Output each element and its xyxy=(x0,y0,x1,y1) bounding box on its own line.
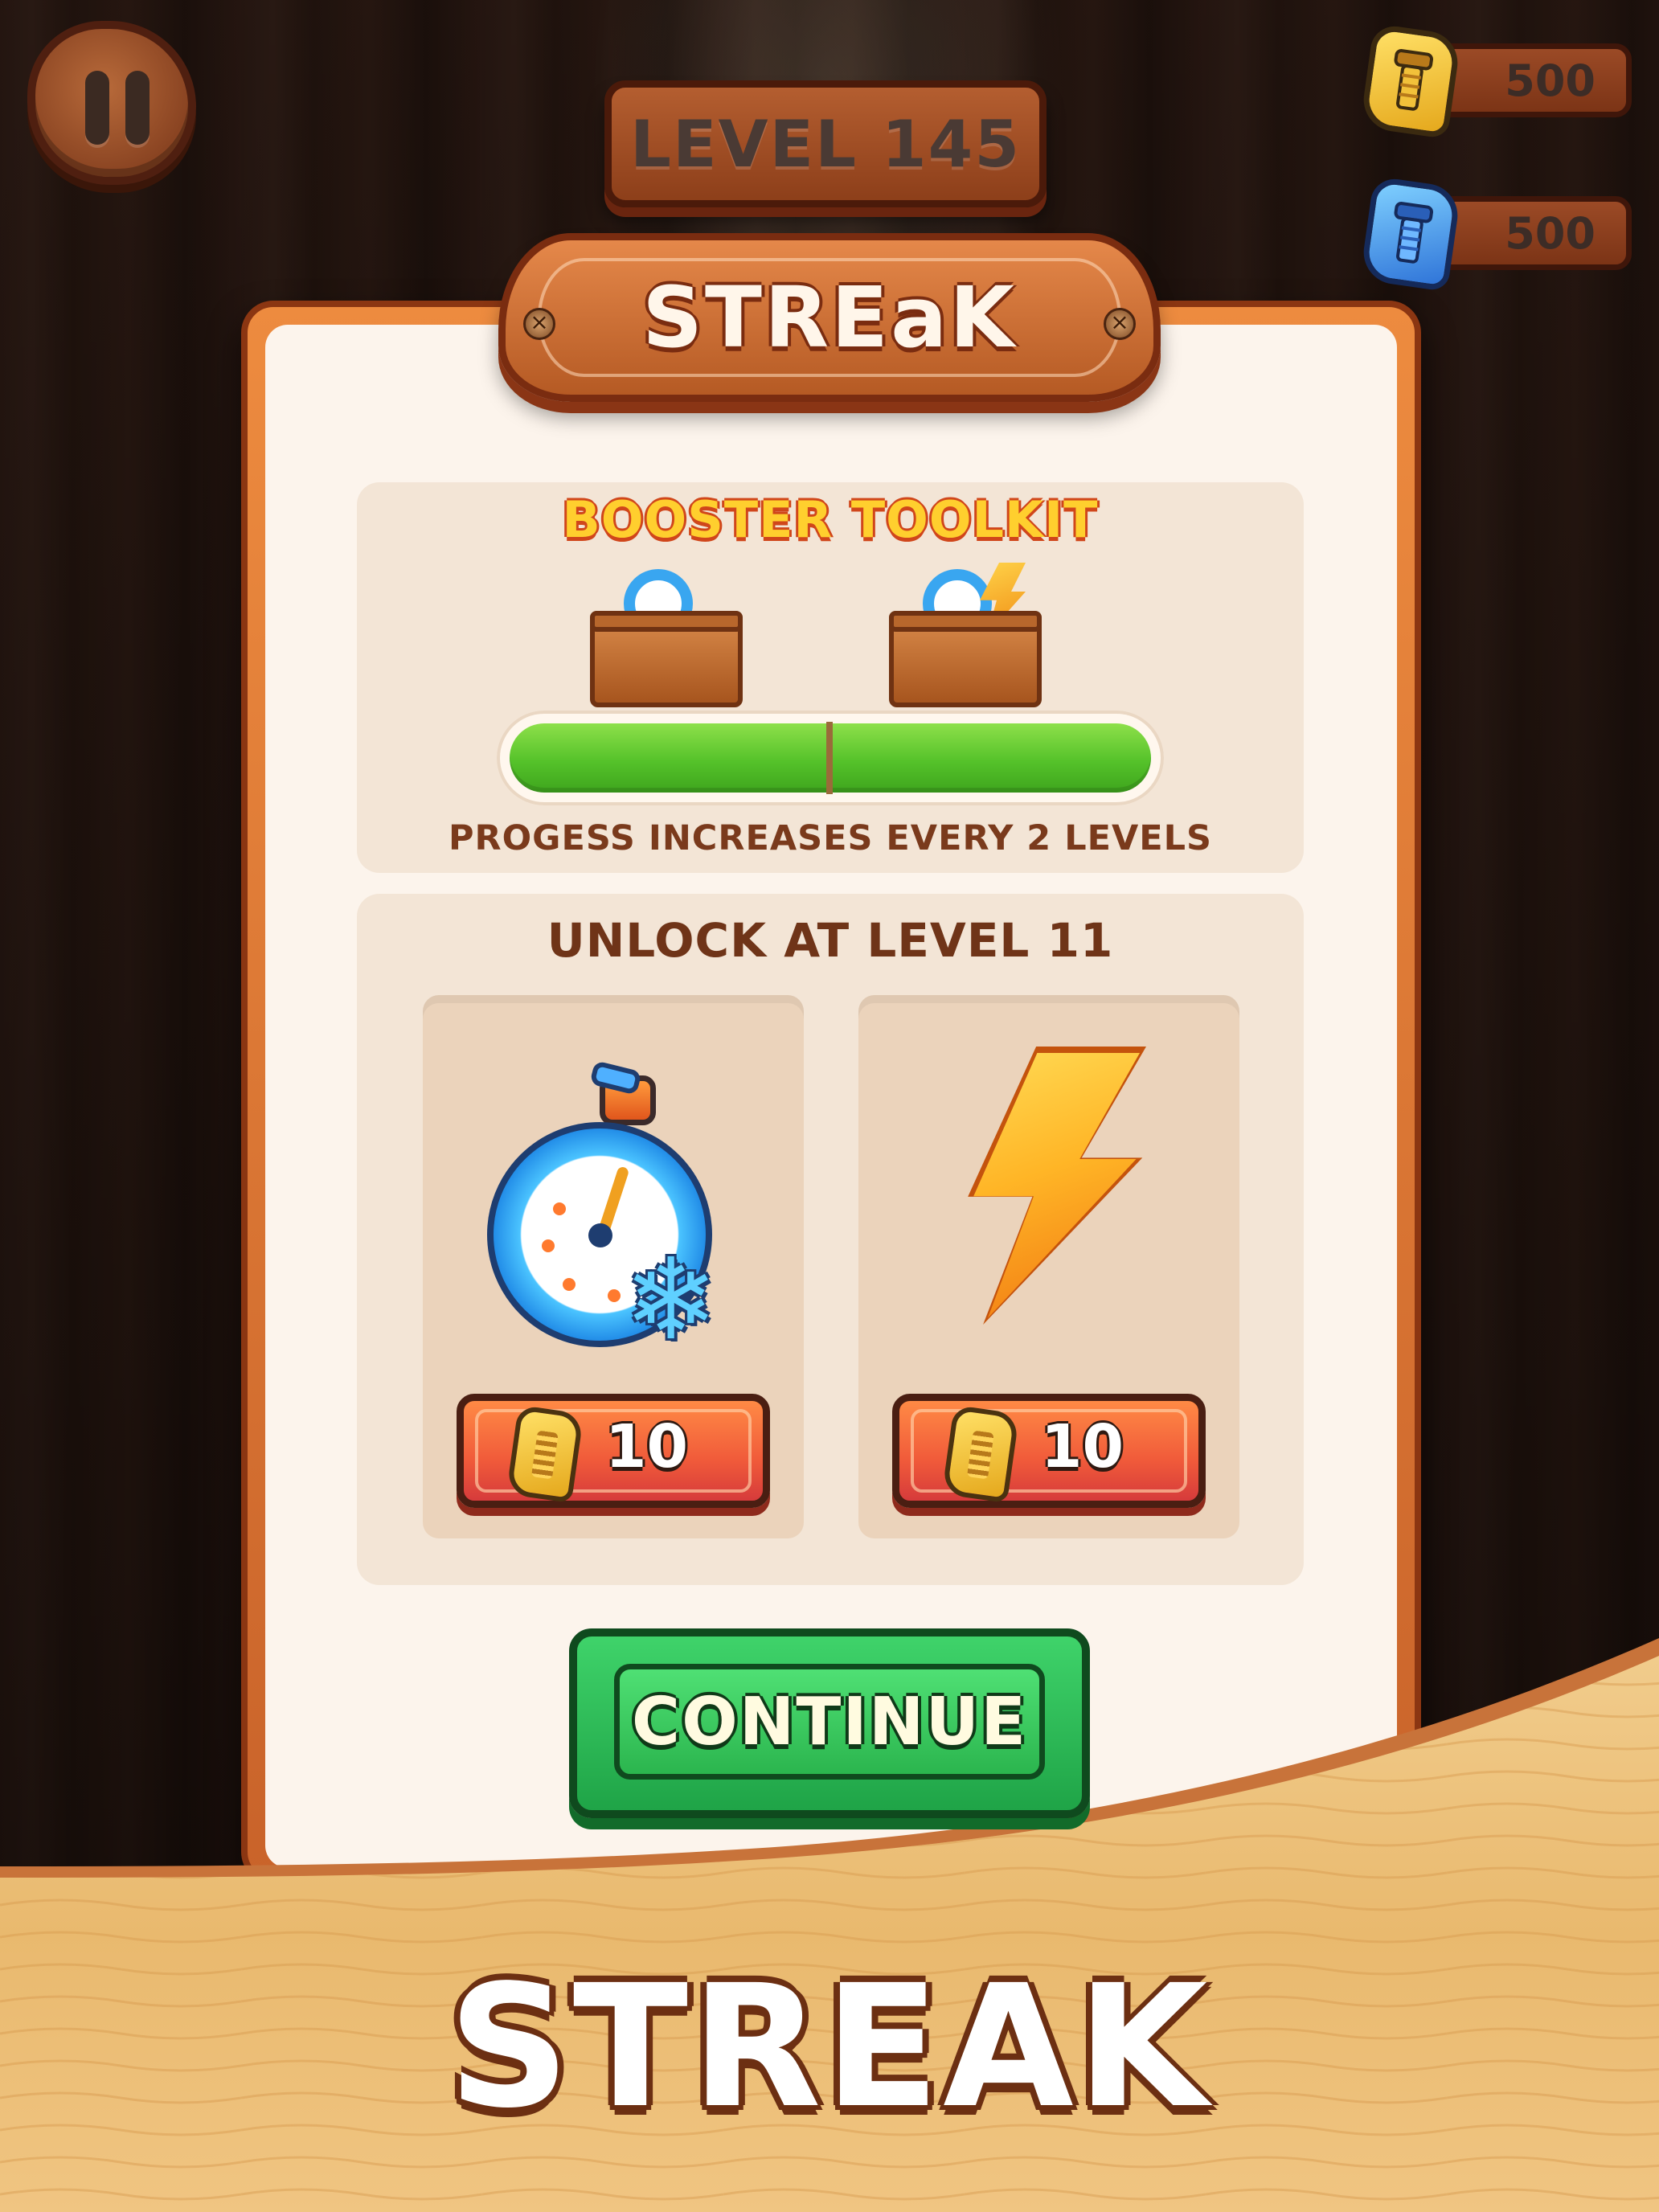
dialog-title: STREaK xyxy=(642,268,1017,367)
gold-bolt-icon xyxy=(1359,23,1462,140)
lightning-price: 10 xyxy=(1041,1412,1124,1481)
banner-title: STREAK xyxy=(448,1948,1211,2145)
blue-bolt-icon xyxy=(1359,175,1462,293)
level-sign: LEVEL 145 xyxy=(604,80,1047,207)
face-dot xyxy=(553,1202,566,1215)
dialog-title-plank: STREaK xyxy=(498,233,1161,402)
face-dot xyxy=(542,1239,555,1252)
face-dot xyxy=(563,1278,576,1291)
freeze-stopwatch-icon: ❄ xyxy=(487,1059,736,1357)
buy-freeze-button[interactable]: 10 xyxy=(457,1394,770,1508)
screw-icon xyxy=(523,308,555,340)
level-label: LEVEL 145 xyxy=(629,106,1021,182)
blue-amount: 500 xyxy=(1505,207,1596,259)
toolkit-title: BOOSTER TOOLKIT xyxy=(562,490,1099,549)
continue-button[interactable]: CONTINUE xyxy=(569,1628,1090,1818)
snowflake-icon: ❄ xyxy=(624,1235,719,1366)
screw-icon xyxy=(1104,308,1136,340)
face-dot xyxy=(608,1289,621,1302)
booster-card-lightning: 10 xyxy=(858,995,1239,1538)
pause-button[interactable] xyxy=(27,21,196,185)
continue-button-inner: CONTINUE xyxy=(614,1664,1045,1780)
pause-icon xyxy=(85,71,109,145)
crate-box xyxy=(590,611,743,707)
blue-currency-counter[interactable]: 500 xyxy=(1359,175,1632,293)
toolkit-crate-freeze-lightning-icon xyxy=(883,563,1051,707)
progress-note: PROGESS INCREASES EVERY 2 LEVELS xyxy=(449,818,1212,858)
progress-milestone-divider xyxy=(826,722,833,794)
booster-card-freeze: ❄ 10 xyxy=(423,995,804,1538)
buy-lightning-button[interactable]: 10 xyxy=(892,1394,1206,1508)
freeze-price: 10 xyxy=(605,1412,688,1481)
gold-bolt-icon xyxy=(506,1404,584,1504)
toolkit-crate-freeze-icon xyxy=(584,563,752,707)
booster-toolkit-section: BOOSTER TOOLKIT xyxy=(357,482,1304,873)
continue-label: CONTINUE xyxy=(631,1683,1028,1760)
unlock-title: UNLOCK AT LEVEL 11 xyxy=(547,913,1114,968)
gold-amount: 500 xyxy=(1505,55,1596,106)
pause-icon-bar xyxy=(125,71,150,145)
stopwatch-button xyxy=(589,1060,642,1096)
gold-currency-counter[interactable]: 500 xyxy=(1359,23,1632,140)
crate-box xyxy=(889,611,1042,707)
stopwatch-hub xyxy=(588,1223,612,1247)
gold-bolt-icon xyxy=(941,1404,1020,1504)
